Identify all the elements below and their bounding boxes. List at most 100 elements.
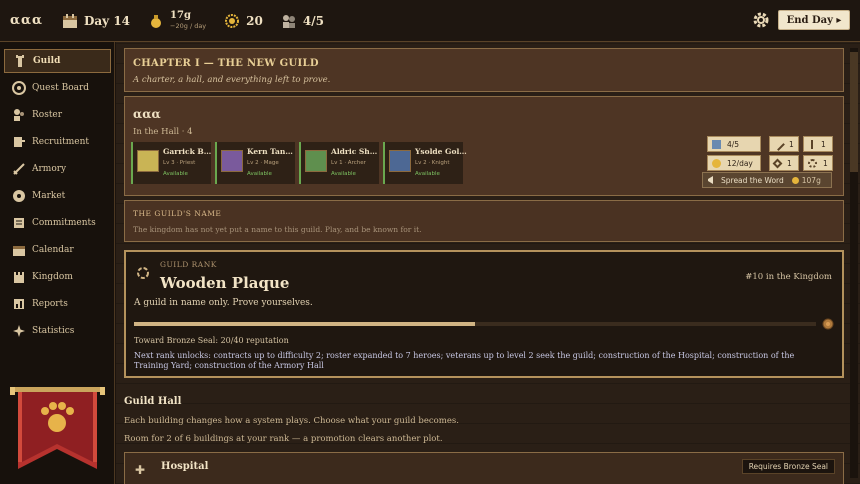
in-hall-label: In the Hall · 4 [133, 127, 193, 137]
sidebar-item-label: Commitments [32, 218, 96, 228]
guild-name-panel: THE GUILD'S NAME The kingdom has not yet… [124, 200, 844, 242]
sword-icon [13, 163, 25, 175]
sidebar-item-market[interactable]: Market [4, 184, 111, 208]
people-icon [282, 14, 295, 28]
sidebar-item-statistics[interactable]: Statistics [4, 319, 111, 343]
market-icon [13, 190, 25, 202]
sidebar-item-label: Roster [32, 110, 63, 120]
guild-hall-subtitle: Each building changes how a system plays… [124, 416, 459, 426]
sidebar-item-label: Statistics [32, 326, 75, 336]
coin-icon [791, 176, 799, 184]
hero-status: Available [415, 171, 440, 177]
wand-icon [772, 158, 783, 168]
sidebar: Guild Quest Board Roster Recruitment Arm… [0, 42, 115, 484]
main-content: CHAPTER I — THE NEW GUILD A charter, a h… [116, 42, 860, 484]
rank-progress-bar [134, 322, 816, 326]
hero-card[interactable]: Aldric Sh… Lv 1 · Archer Available [299, 142, 379, 184]
chapter-subtitle: A charter, a hall, and everything left t… [133, 75, 331, 85]
hero-portrait [305, 150, 327, 172]
sun-badge-icon [225, 13, 240, 28]
chip-value: 1 [787, 158, 792, 168]
gear-icon[interactable] [752, 11, 770, 29]
spread-the-word-button[interactable]: Spread the Word 107g [702, 172, 832, 188]
building-card-hospital[interactable]: ✚ Hospital Requires Bronze Seal [124, 452, 844, 484]
spread-label: Spread the Word [721, 175, 784, 185]
sidebar-item-armory[interactable]: Armory [4, 157, 111, 181]
end-day-button[interactable]: End Day ▸ [778, 10, 850, 30]
hero-level: Lv 3 · Priest [163, 160, 196, 166]
hero-status: Available [331, 171, 356, 177]
guild-banner-image [10, 387, 105, 469]
building-name: Hospital [161, 461, 209, 472]
guild-hall-title: Guild Hall [124, 396, 182, 407]
sidebar-item-kingdom[interactable]: Kingdom [4, 265, 111, 289]
rank-ring-icon [137, 267, 149, 279]
scrollbar-thumb[interactable] [850, 52, 858, 172]
hero-status: Available [247, 171, 272, 177]
chip-value: 12/day [727, 158, 753, 168]
magic-chip: 1 [769, 155, 799, 171]
hero-level: Lv 2 · Knight [415, 160, 450, 166]
plus-icon: ✚ [135, 463, 146, 477]
sidebar-item-label: Guild [33, 56, 61, 66]
hero-name: Aldric Sh… [331, 147, 378, 156]
chip-value: 4/5 [727, 139, 740, 149]
guild-panel-name: ααα [133, 107, 161, 121]
sidebar-item-label: Reports [32, 299, 68, 309]
sidebar-item-recruitment[interactable]: Recruitment [4, 130, 111, 154]
sidebar-item-roster[interactable]: Roster [4, 103, 111, 127]
commitments-icon [14, 218, 24, 228]
sidebar-item-label: Armory [32, 164, 67, 174]
sparkle-icon [13, 325, 25, 337]
recruit-icon [14, 137, 25, 147]
rank-name: Wooden Plaque [160, 274, 290, 292]
hero-portrait [389, 150, 411, 172]
roster-icon [14, 109, 24, 121]
requirement-badge: Requires Bronze Seal [741, 459, 835, 474]
day-label: Day 14 [84, 13, 131, 28]
hero-name: Ysolde Gol… [415, 147, 467, 156]
hero-name: Kern Tan… [247, 147, 293, 156]
guild-hall-plots: Room for 2 of 6 buildings at your rank —… [124, 434, 443, 444]
gold-rate: −20g / day [170, 21, 207, 30]
tower-icon [16, 55, 24, 67]
horn-icon [708, 176, 713, 184]
chapter-panel: CHAPTER I — THE NEW GUILD A charter, a h… [124, 48, 844, 92]
hero-card[interactable]: Garrick B… Lv 3 · Priest Available [131, 142, 211, 184]
melee-chip: 1 [769, 136, 799, 152]
heroes-capacity-chip: 4/5 [707, 136, 761, 152]
kingdom-position: #10 in the Kingdom [745, 272, 832, 282]
sidebar-item-label: Recruitment [32, 137, 90, 147]
hero-level: Lv 1 · Archer [331, 160, 366, 166]
sidebar-item-reports[interactable]: Reports [4, 292, 111, 316]
rank-unlocks: Next rank unlocks: contracts up to diffi… [134, 351, 795, 370]
guild-rank-panel: GUILD RANK Wooden Plaque #10 in the King… [124, 250, 844, 378]
gold-counter: 17g −20g / day [148, 10, 206, 32]
guild-name-title: THE GUILD'S NAME [133, 209, 222, 218]
rank-toward: Toward Bronze Seal: 20/40 reputation [134, 336, 289, 345]
reputation-counter: 20 [224, 13, 263, 29]
hero-name: Garrick B… [163, 147, 212, 156]
hero-card[interactable]: Kern Tan… Lv 2 · Mage Available [215, 142, 295, 184]
reports-icon [14, 299, 24, 309]
chip-value: 1 [789, 139, 794, 149]
heroes-value: 4/5 [302, 13, 324, 28]
chip-value: 1 [823, 158, 828, 168]
sidebar-item-quest-board[interactable]: Quest Board [4, 76, 111, 100]
rank-label: GUILD RANK [160, 260, 217, 269]
hero-card[interactable]: Ysolde Gol… Lv 2 · Knight Available [383, 142, 467, 184]
heroes-counter: 4/5 [281, 13, 324, 29]
sidebar-item-label: Quest Board [32, 83, 90, 93]
coin-icon [712, 158, 721, 168]
hero-level: Lv 2 · Mage [247, 160, 279, 166]
hero-status: Available [163, 171, 188, 177]
rank-progress-fill [134, 322, 475, 326]
chip-value: 1 [821, 139, 826, 149]
sidebar-item-calendar[interactable]: Calendar [4, 238, 111, 262]
hero-portrait [221, 150, 243, 172]
calendar-icon [63, 13, 77, 28]
sidebar-item-guild[interactable]: Guild [4, 49, 111, 73]
sidebar-item-commitments[interactable]: Commitments [4, 211, 111, 235]
bronze-seal-icon [822, 318, 834, 330]
rank-description: A guild in name only. Prove yourselves. [134, 298, 313, 308]
